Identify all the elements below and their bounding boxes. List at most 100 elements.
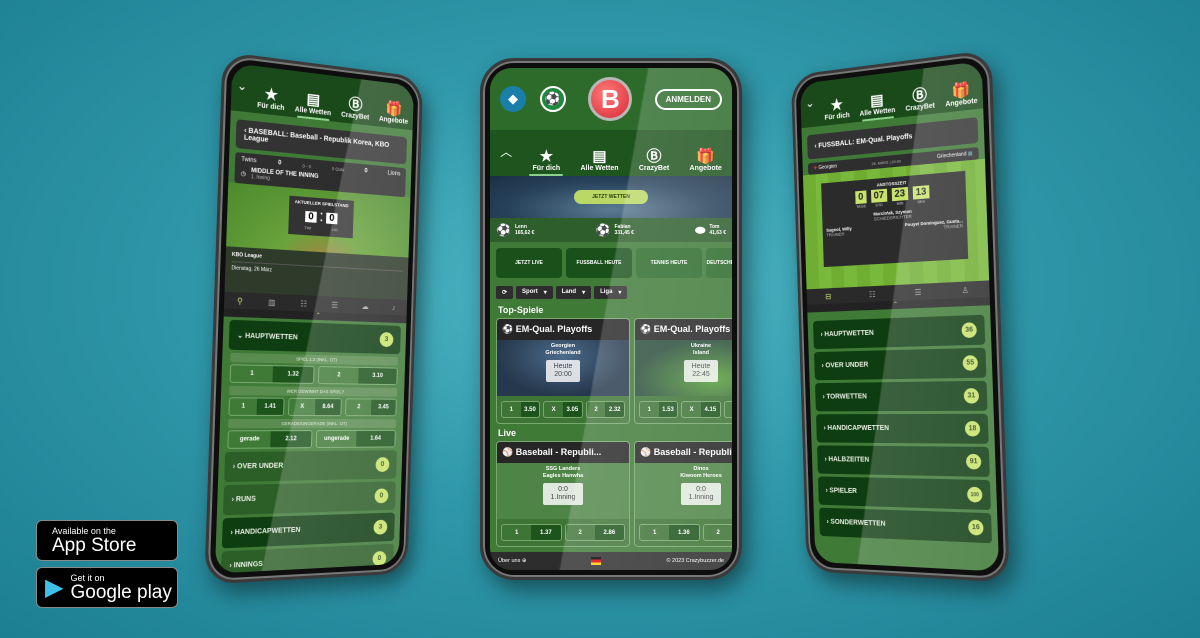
diamond-icon[interactable]: ◆ [500,86,526,112]
winners-ticker: ⚽ Lenn 165,62 € ⚽ Fabian 331,45 € ⬬ Tom 41,63 … [490,218,732,242]
mic-tab-icon[interactable]: ♪ [392,303,396,312]
accordion-spieler[interactable]: › SPIELER 100 [817,476,991,511]
live-game-card[interactable]: ⚾ Baseball - Republik Korea DinosKiwoom … [634,441,732,547]
baseball-icon: ⚾ [640,447,654,457]
nav-fuer-dich[interactable]: ★ Für dich [257,86,285,113]
refresh-icon[interactable]: ⟳ [496,286,514,299]
accordion-hauptwetten[interactable]: › HAUPTWETTEN 36 [812,314,986,350]
german-flag-seal [591,557,602,565]
odds-button[interactable]: 2 3.10 [317,366,398,386]
chat-tab-icon[interactable]: ☁ [361,301,369,310]
game-card[interactable]: ⚽ EM-Qual. Playoffs Georgien Griechenland… [496,318,630,424]
odds-button[interactable]: X 3.05 [543,401,583,418]
chevron-down-icon[interactable]: ⌄ [805,96,814,111]
top-navigation: ︿ ★ Für dich ▤ Alle Wetten Ⓑ CrazyBet 🎁 Ange… [490,130,732,176]
jersey-tab-icon[interactable]: ♙ [961,285,968,295]
odds-button[interactable]: X 8.64 [287,397,342,417]
table-tab-icon[interactable]: ☰ [331,300,338,309]
chevron-up-icon[interactable]: ︿ [500,143,512,160]
google-play-icon: ▶ [45,574,64,601]
tile-more[interactable]: DEUTSCHE NIEDERLANDE [706,248,732,278]
nav-crazybet[interactable]: Ⓑ CrazyBet [905,86,935,113]
odds-button[interactable]: 1 1.41 [228,397,285,416]
pitch-tab-icon[interactable]: ⊟ [825,292,831,301]
odds-button[interactable]: 1 1.53 [639,401,679,418]
odds-row: 1 1.32 2 3.10 [229,364,398,386]
top-navigation: ⌄ ★ Für dich ▤ Alle Wetten Ⓑ CrazyBet 🎁 Ange… [800,61,984,129]
odds-button[interactable]: 1 1.37 [501,524,562,541]
accordion-torwetten[interactable]: › TORWETTEN 31 [814,380,988,412]
login-button[interactable]: ANMELDEN [654,88,722,110]
winner-item: ⚽ Fabian 331,45 € [595,223,634,237]
gift-icon: 🎁 [385,99,403,119]
accordion-runs[interactable]: › RUNS 0 [222,481,396,516]
crazybuzzer-logo[interactable]: B [588,77,633,121]
odds-row: gerade 2.12 ungerade 1.64 [227,429,396,449]
home-team: Twins [241,156,257,165]
odds-button[interactable]: 1 1.36 [639,524,700,541]
odds-button[interactable]: X 4.15 [681,401,721,418]
accordion-halbzeiten[interactable]: › HALBZEITEN 91 [816,445,990,477]
filter-league[interactable]: Liga ▾ [594,286,628,299]
soccer-ball-icon: ⚽ [595,223,611,237]
odds-button[interactable]: 1 3.50 [501,401,541,418]
tile-tennis-today[interactable]: TENNIS HEUTE [636,248,702,278]
filter-country[interactable]: Land ▾ [555,286,592,299]
winner-item: ⚽ Lenn 165,62 € [496,223,535,237]
odds-button[interactable]: ungerade 1.64 [315,429,396,449]
home-score: 0 [277,160,282,167]
lineup-tab-icon[interactable]: ☷ [300,299,307,308]
accordion-innings[interactable]: › INNINGS 0 [220,543,394,574]
odds-button[interactable]: 2 3.45 [344,398,397,417]
table-tab-icon[interactable]: ☰ [914,287,921,296]
odds-button[interactable]: 2 2.86 [564,524,625,541]
chevron-down-icon[interactable]: ⌄ [237,78,248,94]
crazybet-icon: Ⓑ [646,148,662,165]
stats-tab-icon[interactable]: ▥ [268,297,276,306]
tile-live[interactable]: JETZT LIVE [496,248,562,278]
odds-button[interactable]: 2 2.32 [585,401,625,418]
odds-button[interactable]: gerade 2.12 [227,430,313,449]
accordion-hauptwetten[interactable]: ⌄ HAUPTWETTEN 3 [228,319,401,355]
screen: ⌄ ★ Für dich ▤ Alle Wetten Ⓑ CrazyBet 🎁 Ange… [214,63,414,574]
top-games-list: ⚽ EM-Qual. Playoffs Georgien Griechenland… [490,318,732,424]
odds-button[interactable]: 2 [702,524,732,541]
accordion-over-under[interactable]: › OVER UNDER 55 [813,347,987,381]
live-game-card[interactable]: ⚾ Baseball - Republi... SSG Landers Eagle… [496,441,630,547]
kickoff-countdown: ANSTOSSZEIT 0 TAGE 07 STD 23 MIN 13 SEK Marc… [821,170,969,268]
screen: ◆ ⚽ B ANMELDEN ︿ ★ Für dich ▤ Alle Wetten … [490,68,732,570]
about-link[interactable]: Über uns ⊕ [498,558,526,564]
app-store-badge[interactable]: Available on the App Store [36,520,178,561]
odds-button[interactable]: 1 1.32 [229,364,315,384]
accordion-sonderwetten[interactable]: › SONDERWETTEN 16 [818,507,993,544]
screen: ⌄ ★ Für dich ▤ Alle Wetten Ⓑ CrazyBet 🎁 Ange… [800,61,1000,572]
current-score-box: AKTUELLER SPIELSTAND 0:0 TWI LIO [287,195,355,239]
nav-alle-wetten[interactable]: ▤ Alle Wetten [295,90,332,118]
accordion-handicapwetten[interactable]: › HANDICAPWETTEN 3 [221,512,395,549]
filter-sport[interactable]: Sport ▾ [516,286,553,299]
tile-football-today[interactable]: FUSSBALL HEUTE [566,248,632,278]
nav-alle-wetten[interactable]: ▤ Alle Wetten [581,149,619,173]
phone-home: ◆ ⚽ B ANMELDEN ︿ ★ Für dich ▤ Alle Wetten … [480,58,742,580]
nav-angebote[interactable]: 🎁 Angebote [690,149,722,173]
away-score: 0 [364,168,368,175]
nav-angebote[interactable]: 🎁 Angebote [379,100,409,126]
lineup-tab-icon[interactable]: ☷ [869,289,876,298]
nav-angebote[interactable]: 🎁 Angebote [945,81,977,108]
quick-tiles: JETZT LIVE FUSSBALL HEUTE TENNIS HEUTE D… [490,242,732,284]
nav-fuer-dich[interactable]: ★ Für dich [824,96,849,122]
game-card[interactable]: ⚽ EM-Qual. Playoffs Ukraine Island Heute 2… [634,318,732,424]
phone-football-match: ⌄ ★ Für dich ▤ Alle Wetten Ⓑ CrazyBet 🎁 Ange… [790,49,1010,583]
nav-crazybet[interactable]: Ⓑ CrazyBet [341,96,370,122]
betslip-icon: ▤ [306,90,321,110]
nav-crazybet[interactable]: Ⓑ CrazyBet [639,148,669,173]
google-play-badge[interactable]: ▶ Get it on Google play [36,567,178,608]
field-tab-icon[interactable]: ⚲ [237,296,243,305]
nav-fuer-dich[interactable]: ★ Für dich [529,149,563,176]
nav-alle-wetten[interactable]: ▤ Alle Wetten [859,91,896,118]
accordion-over-under[interactable]: › OVER UNDER 0 [224,450,397,483]
odds-button[interactable]: 2 [723,401,732,418]
bet-now-button[interactable]: JETZT WETTEN [574,190,648,204]
accordion-handicapwetten[interactable]: › HANDICAPWETTEN 18 [815,413,989,444]
sports-ball-icon[interactable]: ⚽ [540,86,566,112]
